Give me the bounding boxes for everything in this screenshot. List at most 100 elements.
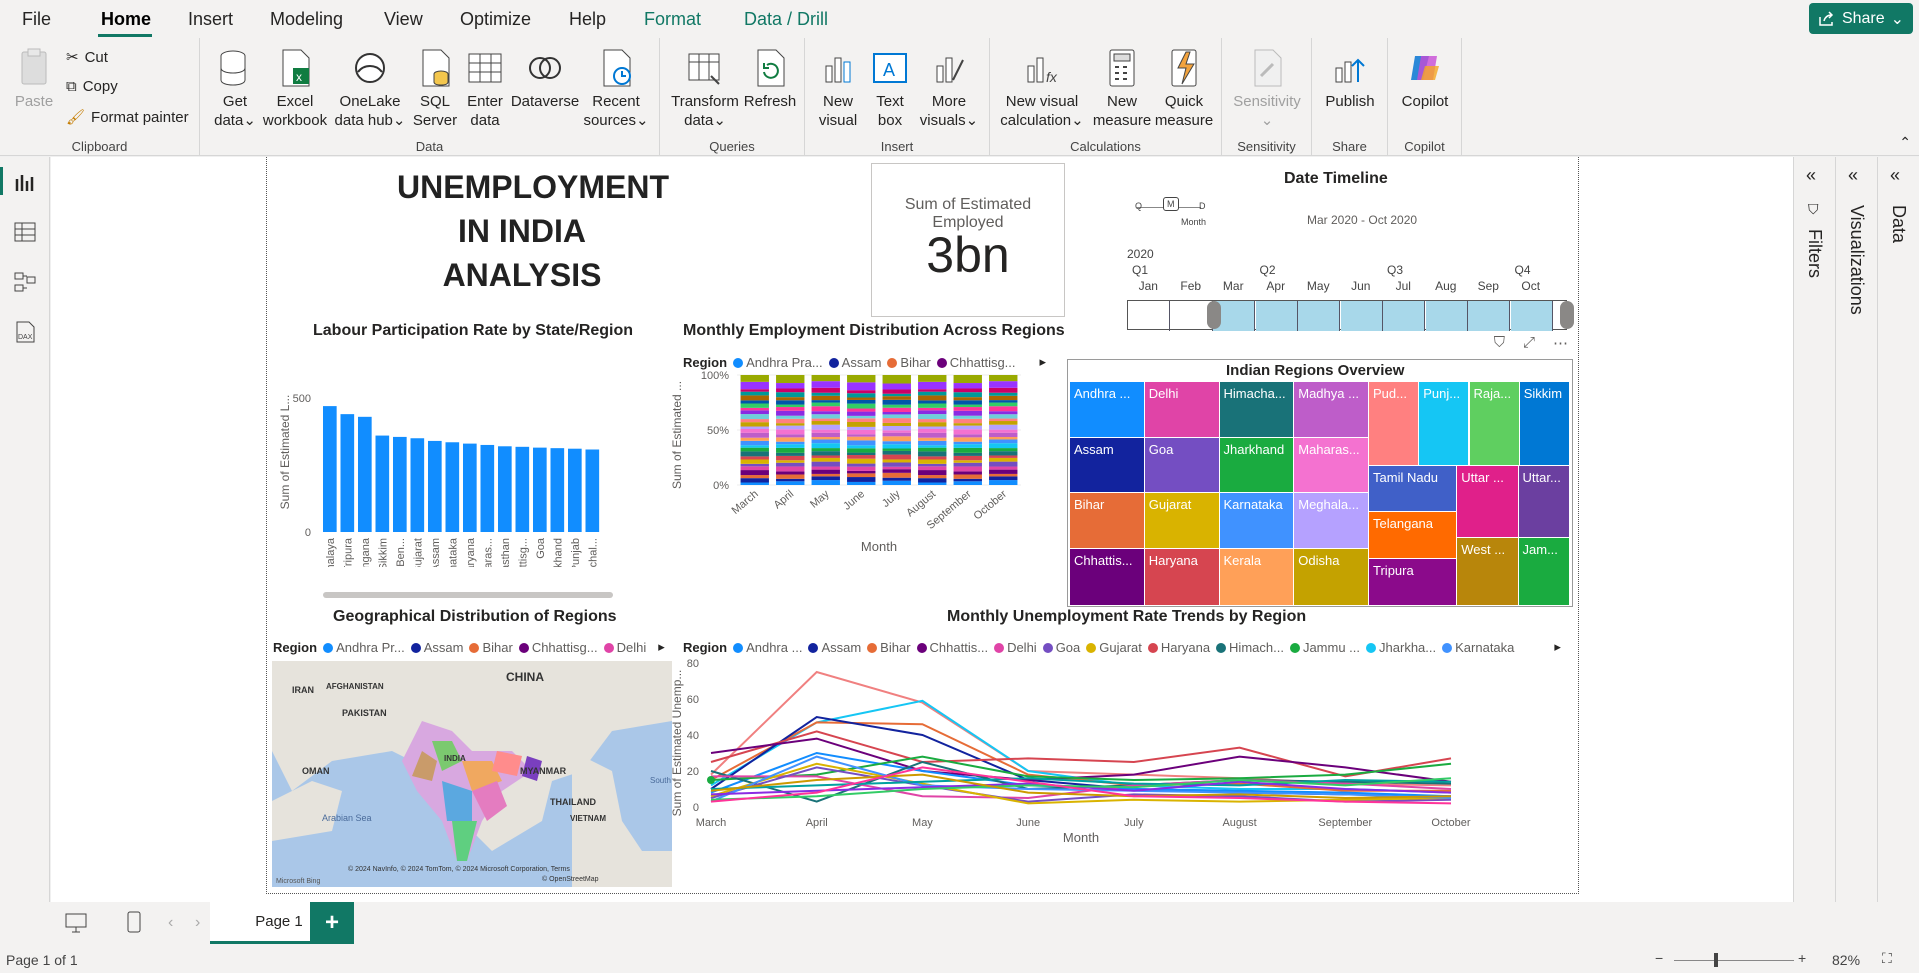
expand-icon[interactable]: « [1890,165,1900,186]
refresh-button[interactable]: Refresh [742,46,798,111]
treemap-tile[interactable]: Andhra ... [1070,382,1144,437]
tab-data-drill[interactable]: Data / Drill [744,9,828,30]
treemap-tile[interactable]: Goa [1144,437,1219,493]
treemap-tile[interactable]: Tripura [1369,559,1457,605]
treemap-tile[interactable]: Meghala... [1294,493,1368,549]
treemap-tile[interactable]: Maharas... [1294,437,1368,493]
copilot-button[interactable]: Copilot [1394,46,1456,111]
timeline-month-cell[interactable] [1298,301,1340,331]
zoom-in-icon[interactable]: + [1798,950,1806,966]
treemap-tile[interactable]: Haryana [1144,549,1219,605]
treemap-tile[interactable]: Punj... [1419,382,1469,465]
get-data-button[interactable]: Get data⌄ [210,46,260,130]
new-visual-button[interactable]: New visual [815,46,861,130]
timeline-right-handle[interactable] [1560,301,1574,329]
treemap-tile[interactable]: Odisha [1294,549,1368,605]
treemap-tile[interactable]: Jam... [1518,537,1569,605]
zoom-out-icon[interactable]: − [1655,950,1663,966]
treemap-tile[interactable]: Jharkhand [1219,437,1294,493]
timeline-left-handle[interactable] [1207,301,1221,329]
geo-map[interactable]: CHINA IRAN AFGHANISTAN PAKISTAN INDIA OM… [272,661,672,887]
model-view-icon[interactable] [12,269,38,295]
tab-file[interactable]: File [22,9,51,30]
timeline-month-cell[interactable] [1510,301,1553,331]
format-painter-button[interactable]: 🖌 Format painter [66,108,189,127]
treemap-tile[interactable]: Assam [1070,437,1144,493]
treemap-tile[interactable]: Himacha... [1219,382,1294,437]
filters-pane[interactable]: « ⛉ Filters [1793,157,1835,902]
zoom-slider[interactable] [1674,960,1794,961]
focus-mode-icon[interactable]: ⤢ [1523,334,1535,352]
report-view-icon[interactable] [12,169,38,195]
treemap-tile[interactable]: Sikkim [1519,382,1569,465]
treemap-tile[interactable]: Bihar [1070,493,1144,549]
onelake-button[interactable]: OneLake data hub⌄ [334,46,406,130]
timeline-month-cell[interactable] [1340,301,1383,331]
visualizations-pane[interactable]: « Visualizations [1835,157,1877,902]
timeline-month-cell[interactable] [1468,301,1510,331]
treemap-tile[interactable]: Pud... [1369,382,1419,465]
transform-data-button[interactable]: Transform data⌄ [670,46,740,130]
data-pane[interactable]: « Data [1877,157,1919,902]
new-visual-calculation-button[interactable]: fx New visual calculation⌄ [996,46,1088,130]
more-options-icon[interactable]: ⋯ [1553,334,1568,352]
mobile-layout-icon[interactable] [126,910,142,934]
treemap[interactable]: Andhra ... Delhi Himacha... Madhya ... Pud..… [1070,382,1570,606]
enter-data-button[interactable]: Enter data [462,46,508,130]
granularity-selector[interactable]: Q M D Month [1135,197,1215,229]
treemap-tile[interactable]: Gujarat [1144,493,1219,549]
publish-button[interactable]: Publish [1320,46,1380,111]
treemap-tile[interactable]: West ... [1457,537,1518,605]
timeline-month-cell[interactable] [1255,301,1298,331]
table-view-icon[interactable] [12,219,38,245]
tab-home[interactable]: Home [101,9,151,30]
expand-icon[interactable]: « [1848,165,1858,186]
tab-view[interactable]: View [384,9,423,30]
collapse-ribbon-icon[interactable]: ⌃ [1899,134,1911,151]
labour-chart-scrollbar[interactable] [323,592,613,598]
granularity-m[interactable]: M [1163,197,1179,211]
add-page-button[interactable]: + [310,902,354,944]
quick-measure-button[interactable]: Quick measure [1152,46,1216,130]
treemap-tile[interactable]: Raja... [1469,382,1519,465]
legend-next-icon[interactable]: ▸ [658,639,665,655]
sensitivity-button[interactable]: Sensitivity ⌄ [1228,46,1306,130]
kpi-card[interactable]: Sum of Estimated Employed 3bn [871,163,1065,317]
timeline-bar[interactable] [1127,300,1574,331]
timeline-month-cell[interactable] [1383,301,1425,331]
dataverse-button[interactable]: Dataverse [510,46,580,111]
desktop-layout-icon[interactable] [64,912,88,934]
tab-optimize[interactable]: Optimize [460,9,531,30]
more-visuals-button[interactable]: More visuals⌄ [917,46,981,130]
granularity-d[interactable]: D [1199,201,1206,211]
next-page-icon[interactable]: › [195,914,200,932]
cut-button[interactable]: ✂ Cut [66,48,108,67]
legend-item[interactable]: Chhattisg... [518,640,598,655]
zoom-slider-thumb[interactable] [1714,953,1718,967]
prev-page-icon[interactable]: ‹ [168,914,173,932]
treemap-tile[interactable]: Kerala [1219,549,1294,605]
treemap-tile[interactable]: Chhattis... [1070,549,1144,605]
recent-sources-button[interactable]: Recent sources⌄ [580,46,652,130]
treemap-tile[interactable]: Tamil Nadu [1369,465,1457,512]
sql-server-button[interactable]: SQL Server [410,46,460,130]
dax-query-view-icon[interactable]: DAX [12,319,38,345]
tab-modeling[interactable]: Modeling [270,9,343,30]
treemap-tile[interactable]: Uttar ... [1457,465,1518,537]
legend-item[interactable]: Andhra Pr... [323,640,405,655]
new-measure-button[interactable]: New measure [1092,46,1152,130]
copy-button[interactable]: ⧉ Copy [66,78,118,95]
timeline-month-cell[interactable] [1128,301,1170,331]
filter-icon[interactable]: ⛉ [1494,334,1505,352]
unemployment-trend-chart[interactable]: Sum of Estimated Unemp... 0 20 40 60 80 March A… [667,653,1567,893]
treemap-tile[interactable]: Telangana [1369,512,1457,559]
fit-to-page-icon[interactable]: ⛶ [1882,950,1892,967]
timeline-month-cell[interactable] [1425,301,1468,331]
legend-item[interactable]: Bihar [469,640,513,655]
text-box-button[interactable]: A Text box [867,46,913,130]
treemap-tile[interactable]: Uttar... [1518,465,1569,537]
granularity-q[interactable]: Q [1135,201,1142,211]
treemap-tile[interactable]: Delhi [1144,382,1219,437]
excel-workbook-button[interactable]: x Excel workbook [260,46,330,130]
labour-participation-chart[interactable]: Sum of Estimated L... 500 0 Meghalaya Tripur… [271,342,671,567]
